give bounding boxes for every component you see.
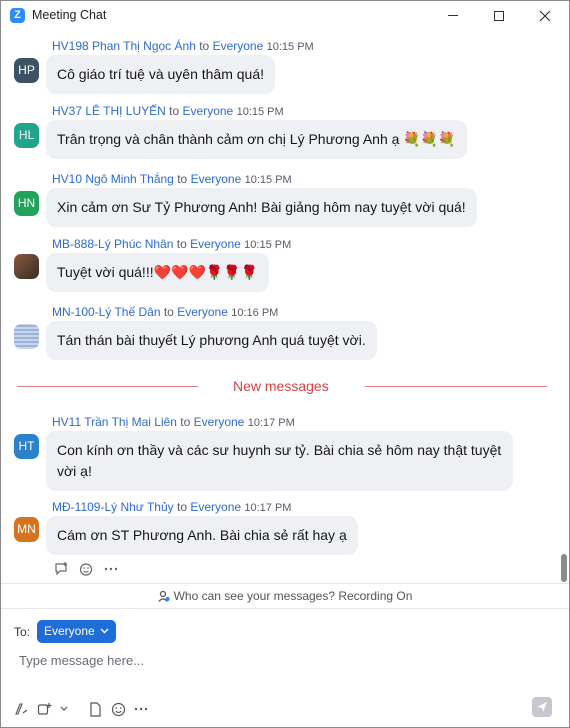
message-header: MĐ-1109-Lý Như Thủy to Everyone 10:17 PM	[52, 500, 291, 514]
message-bubble[interactable]: Tuyệt vời quá!!!❤️❤️❤️🌹🌹🌹	[46, 253, 270, 292]
sender-name[interactable]: HV11 Trần Thị Mai Liên	[52, 415, 177, 429]
send-button[interactable]	[532, 697, 552, 717]
sender-name[interactable]: HV37 LÊ THỊ LUYẾN	[52, 104, 166, 118]
message-bubble[interactable]: Cô giáo trí tuệ và uyên thâm quá!	[46, 55, 276, 94]
privacy-notice[interactable]: Who can see your messages? Recording On	[1, 583, 569, 609]
to-label: To:	[14, 625, 31, 639]
more-options-icon	[134, 707, 148, 711]
avatar[interactable]: MN	[14, 517, 39, 542]
recipient-name[interactable]: Everyone	[177, 305, 228, 319]
to-word: to	[199, 39, 210, 53]
minimize-button[interactable]	[430, 1, 476, 30]
new-messages-label: New messages	[233, 378, 329, 394]
more-button[interactable]	[131, 699, 151, 719]
message-header: HV11 Trần Thị Mai Liên to Everyone 10:17…	[52, 415, 295, 429]
message-time: 10:17 PM	[247, 417, 295, 429]
more-options-icon[interactable]	[104, 562, 118, 576]
zoom-logo-icon: Z	[10, 8, 25, 23]
reply-icon[interactable]	[54, 562, 69, 575]
message-header: HV10 Ngô Minh Thắng to Everyone 10:15 PM	[52, 172, 292, 186]
message-header: HV37 LÊ THỊ LUYẾN to Everyone 10:15 PM	[52, 104, 284, 118]
chevron-down-icon	[60, 706, 68, 711]
sender-name[interactable]: MN-100-Lý Thế Dân	[52, 305, 161, 319]
minimize-icon	[448, 15, 458, 16]
chat-message-list[interactable]: HV198 Phan Thị Ngọc Ánh to Everyone 10:1…	[2, 30, 558, 583]
close-button[interactable]	[522, 1, 568, 30]
maximize-button[interactable]	[476, 1, 522, 30]
screenshot-button[interactable]	[34, 699, 54, 719]
message-bubble[interactable]: Xin cảm ơn Sư Tỷ Phương Anh! Bài giảng h…	[46, 188, 477, 227]
sender-name[interactable]: MĐ-1109-Lý Như Thủy	[52, 500, 174, 514]
format-text-icon	[14, 702, 27, 715]
to-word: to	[169, 104, 180, 118]
message-time: 10:15 PM	[244, 174, 292, 186]
window-title: Meeting Chat	[32, 8, 107, 22]
message-header: HV198 Phan Thị Ngọc Ánh to Everyone 10:1…	[52, 39, 314, 53]
title-bar: Z Meeting Chat	[1, 1, 569, 30]
recipient-name[interactable]: Everyone	[213, 39, 264, 53]
avatar[interactable]: HT	[14, 434, 39, 459]
message-header: MN-100-Lý Thế Dân to Everyone 10:16 PM	[52, 305, 278, 319]
avatar-photo[interactable]	[14, 254, 39, 279]
recipient-name[interactable]: Everyone	[183, 104, 234, 118]
close-icon	[539, 10, 551, 21]
screenshot-icon	[37, 702, 51, 715]
avatar[interactable]: HL	[14, 123, 39, 148]
maximize-icon	[494, 10, 504, 21]
divider-line	[17, 386, 198, 387]
avatar[interactable]: HN	[14, 191, 39, 216]
to-word: to	[176, 237, 187, 251]
message-input[interactable]	[13, 647, 553, 673]
to-word: to	[180, 415, 191, 429]
file-icon	[89, 701, 101, 717]
recipient-dropdown-label: Everyone	[44, 624, 95, 638]
recipient-name[interactable]: Everyone	[190, 237, 241, 251]
message-time: 10:15 PM	[266, 41, 314, 53]
emoji-icon	[111, 702, 125, 716]
file-button[interactable]	[85, 699, 105, 719]
message-time: 10:16 PM	[231, 307, 279, 319]
sender-name[interactable]: HV198 Phan Thị Ngọc Ánh	[52, 39, 196, 53]
chevron-down-icon	[100, 628, 109, 634]
new-messages-divider: New messages	[2, 377, 558, 397]
avatar[interactable]: HP	[14, 58, 39, 83]
recipient-name[interactable]: Everyone	[191, 172, 242, 186]
to-word: to	[176, 500, 187, 514]
message-time: 10:15 PM	[236, 106, 284, 118]
screenshot-options-button[interactable]	[57, 699, 71, 719]
divider-line	[365, 386, 547, 387]
recipient-name[interactable]: Everyone	[194, 415, 245, 429]
chat-scrollbar[interactable]	[560, 30, 569, 583]
sender-name[interactable]: MB-888-Lý Phúc Nhân	[52, 237, 173, 251]
emoji-button[interactable]	[108, 699, 128, 719]
to-word: to	[177, 172, 188, 186]
send-icon	[537, 702, 547, 712]
recipient-name[interactable]: Everyone	[190, 500, 241, 514]
recipient-dropdown[interactable]: Everyone	[37, 620, 117, 643]
message-time: 10:15 PM	[244, 239, 292, 251]
privacy-text[interactable]: Who can see your messages? Recording On	[174, 589, 413, 603]
message-header: MB-888-Lý Phúc Nhân to Everyone 10:15 PM	[52, 237, 291, 251]
scrollbar-thumb[interactable]	[561, 554, 567, 582]
message-time: 10:17 PM	[244, 502, 292, 514]
message-actions	[54, 562, 118, 576]
to-word: to	[163, 305, 174, 319]
message-bubble[interactable]: Con kính ơn thầy và các sư huynh sư tỷ. …	[46, 431, 513, 491]
message-bubble[interactable]: Trân trọng và chân thành cảm ơn chị Lý P…	[46, 120, 467, 159]
format-text-button[interactable]	[11, 699, 31, 719]
privacy-people-icon	[157, 590, 170, 602]
meeting-chat-window: Z Meeting Chat HV198 Phan Thị Ngọc Ánh t…	[0, 0, 570, 728]
add-reaction-icon[interactable]	[79, 562, 94, 576]
avatar-photo[interactable]	[14, 324, 39, 349]
message-bubble[interactable]: Tán thán bài thuyết Lý phương Anh quá tu…	[46, 321, 377, 360]
sender-name[interactable]: HV10 Ngô Minh Thắng	[52, 172, 174, 186]
message-bubble[interactable]: Cám ơn ST Phương Anh. Bài chia sẻ rất ha…	[46, 516, 358, 555]
